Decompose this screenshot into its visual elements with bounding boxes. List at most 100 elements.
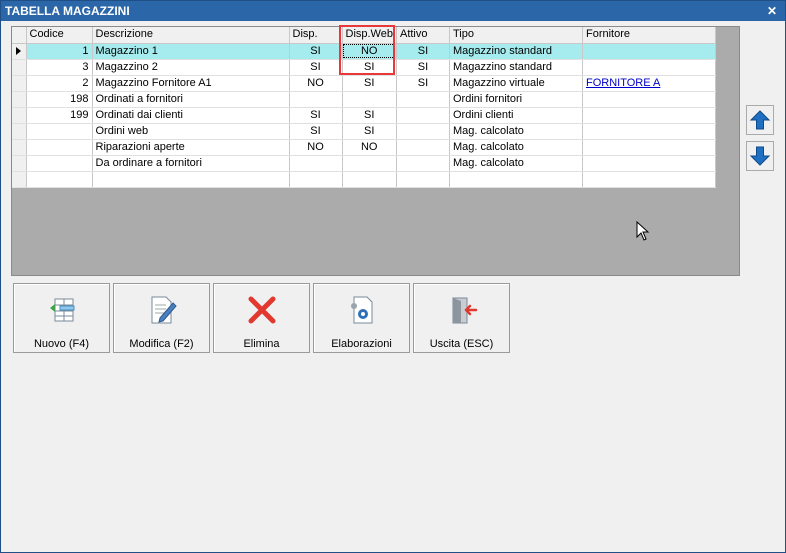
cell-attivo[interactable] (396, 139, 450, 156)
cell-descrizione[interactable]: Da ordinare a fornitori (92, 155, 290, 172)
cell-disp-web[interactable]: SI (342, 107, 397, 124)
elimina-label: Elimina (243, 338, 280, 350)
row-selector[interactable] (12, 107, 27, 124)
close-icon[interactable]: ✕ (765, 4, 779, 18)
cell-disp[interactable]: NO (289, 139, 343, 156)
row-selector[interactable] (12, 123, 27, 140)
table-row-new[interactable] (12, 171, 716, 188)
cell-descrizione[interactable] (92, 171, 290, 188)
cell-disp-web[interactable]: SI (342, 59, 397, 76)
cell-fornitore[interactable] (582, 171, 716, 188)
row-selector[interactable] (12, 75, 27, 92)
row-selector[interactable] (12, 59, 27, 76)
elaborazioni-button[interactable]: Elaborazioni (313, 283, 410, 353)
col-disp[interactable]: Disp. (289, 27, 343, 44)
cell-tipo[interactable]: Mag. calcolato (449, 123, 583, 140)
table-row[interactable]: 1 Magazzino 1 SI NO SI Magazzino standar… (12, 43, 716, 60)
cell-codice[interactable]: 1 (26, 43, 93, 60)
cell-disp[interactable] (289, 155, 343, 172)
cell-descrizione[interactable]: Ordini web (92, 123, 290, 140)
cell-codice[interactable]: 3 (26, 59, 93, 76)
nuovo-label: Nuovo (F4) (33, 338, 90, 350)
cell-descrizione[interactable]: Ordinati dai clienti (92, 107, 290, 124)
table-row[interactable]: Da ordinare a fornitori Mag. calcolato (12, 155, 716, 172)
row-selector[interactable] (12, 139, 27, 156)
cell-tipo[interactable]: Ordini clienti (449, 107, 583, 124)
cell-descrizione[interactable]: Magazzino 1 (92, 43, 290, 60)
table-row[interactable]: 3 Magazzino 2 SI SI SI Magazzino standar… (12, 59, 716, 76)
cell-fornitore[interactable] (582, 59, 716, 76)
elimina-button[interactable]: Elimina (213, 283, 310, 353)
table-row[interactable]: 198 Ordinati a fornitori Ordini fornitor… (12, 91, 716, 108)
cell-disp[interactable] (289, 171, 343, 188)
cell-disp[interactable]: SI (289, 59, 343, 76)
cell-tipo[interactable]: Magazzino virtuale (449, 75, 583, 92)
cell-descrizione[interactable]: Magazzino 2 (92, 59, 290, 76)
cell-disp[interactable]: SI (289, 43, 343, 60)
table-row[interactable]: Riparazioni aperte NO NO Mag. calcolato (12, 139, 716, 156)
row-selector[interactable] (12, 91, 27, 108)
cell-descrizione[interactable]: Ordinati a fornitori (92, 91, 290, 108)
cell-disp-web[interactable] (342, 91, 397, 108)
cell-descrizione[interactable]: Magazzino Fornitore A1 (92, 75, 290, 92)
col-tipo[interactable]: Tipo (449, 27, 583, 44)
cell-codice[interactable]: 198 (26, 91, 93, 108)
cell-disp[interactable] (289, 91, 343, 108)
cell-codice[interactable] (26, 155, 93, 172)
cell-disp[interactable]: SI (289, 107, 343, 124)
table-row[interactable]: Ordini web SI SI Mag. calcolato (12, 123, 716, 140)
cell-codice[interactable]: 199 (26, 107, 93, 124)
cell-tipo[interactable]: Mag. calcolato (449, 155, 583, 172)
nuovo-button[interactable]: Nuovo (F4) (13, 283, 110, 353)
cell-attivo[interactable] (396, 171, 450, 188)
cell-disp-web[interactable]: SI (342, 75, 397, 92)
cell-attivo[interactable] (396, 123, 450, 140)
uscita-button[interactable]: Uscita (ESC) (413, 283, 510, 353)
cell-fornitore[interactable] (582, 155, 716, 172)
cell-attivo[interactable]: SI (396, 75, 450, 92)
col-disp-web[interactable]: Disp.Web (342, 27, 397, 44)
cell-fornitore[interactable] (582, 107, 716, 124)
cell-disp-web[interactable]: NO (342, 139, 397, 156)
cell-tipo[interactable] (449, 171, 583, 188)
cell-codice[interactable] (26, 123, 93, 140)
cell-codice[interactable]: 2 (26, 75, 93, 92)
row-selector[interactable] (12, 171, 27, 188)
cell-disp[interactable]: SI (289, 123, 343, 140)
cell-fornitore[interactable]: FORNITORE A (582, 75, 716, 92)
col-codice[interactable]: Codice (26, 27, 93, 44)
cell-attivo[interactable] (396, 107, 450, 124)
cell-tipo[interactable]: Ordini fornitori (449, 91, 583, 108)
cell-fornitore[interactable] (582, 123, 716, 140)
cell-disp-web[interactable]: SI (342, 123, 397, 140)
modifica-button[interactable]: Modifica (F2) (113, 283, 210, 353)
cell-tipo[interactable]: Mag. calcolato (449, 139, 583, 156)
cell-attivo[interactable] (396, 91, 450, 108)
cell-disp-web[interactable] (342, 171, 397, 188)
row-selector[interactable] (12, 43, 27, 60)
cell-disp-web[interactable]: NO (342, 43, 397, 60)
cell-disp-web[interactable] (342, 155, 397, 172)
col-fornitore[interactable]: Fornitore (582, 27, 716, 44)
cell-attivo[interactable]: SI (396, 43, 450, 60)
cell-tipo[interactable]: Magazzino standard (449, 43, 583, 60)
cell-descrizione[interactable]: Riparazioni aperte (92, 139, 290, 156)
cell-attivo[interactable] (396, 155, 450, 172)
col-attivo[interactable]: Attivo (396, 27, 450, 44)
cell-attivo[interactable]: SI (396, 59, 450, 76)
cell-codice[interactable] (26, 139, 93, 156)
fornitore-link[interactable]: FORNITORE A (586, 77, 660, 89)
move-up-button[interactable] (746, 105, 774, 135)
row-selector[interactable] (12, 155, 27, 172)
cell-fornitore[interactable] (582, 139, 716, 156)
cell-tipo[interactable]: Magazzino standard (449, 59, 583, 76)
table-row[interactable]: 199 Ordinati dai clienti SI SI Ordini cl… (12, 107, 716, 124)
cell-codice[interactable] (26, 171, 93, 188)
col-descrizione[interactable]: Descrizione (92, 27, 290, 44)
cell-fornitore[interactable] (582, 91, 716, 108)
table-row[interactable]: 2 Magazzino Fornitore A1 NO SI SI Magazz… (12, 75, 716, 92)
move-down-button[interactable] (746, 141, 774, 171)
cell-disp[interactable]: NO (289, 75, 343, 92)
cell-fornitore[interactable] (582, 43, 716, 60)
elaborazioni-label: Elaborazioni (331, 338, 392, 350)
